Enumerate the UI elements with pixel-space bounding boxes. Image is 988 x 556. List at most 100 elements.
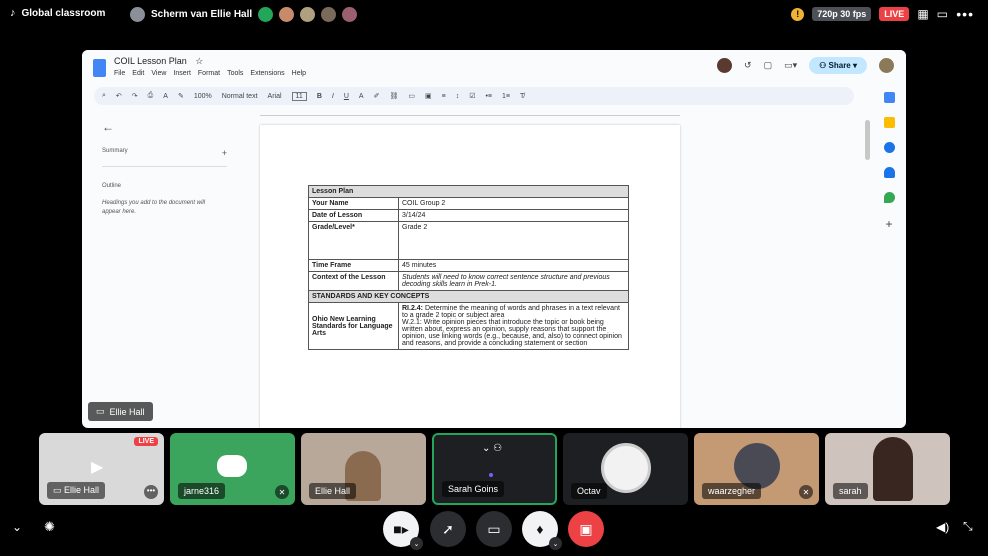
underline-icon[interactable]: U <box>344 93 349 100</box>
microphone-button[interactable]: ♦ ⌄ <box>522 511 562 550</box>
clear-format-icon[interactable]: T̸ <box>520 93 524 100</box>
disconnect-button[interactable]: ▣ <box>568 511 604 547</box>
participant-name: jarne316 <box>178 483 226 499</box>
menu-insert[interactable]: Insert <box>173 70 191 77</box>
redo-icon[interactable]: ↷ <box>132 92 138 100</box>
image-icon[interactable]: ▣ <box>425 92 432 100</box>
menu-format[interactable]: Format <box>198 70 220 77</box>
live-badge: LIVE <box>879 7 910 21</box>
participant-tile[interactable]: jarne316 ✕ <box>170 433 295 505</box>
people-icon: ⚇ <box>819 61 829 70</box>
menu-help[interactable]: Help <box>292 70 306 77</box>
participant-tile-stream[interactable]: LIVE ▶ ▭ Ellie Hall ••• <box>39 433 164 505</box>
menu-view[interactable]: View <box>151 70 166 77</box>
call-controls: ⌄ ✺ ■▸ ⌄ ➚ ▭ ♦ ⌄ ▣ ◀) ⤡ <box>0 510 988 556</box>
screen-share-icon: ▭ <box>96 406 105 416</box>
star-icon[interactable]: ☆ <box>195 56 203 66</box>
docs-menu-bar: File Edit View Insert Format Tools Exten… <box>114 70 306 77</box>
server-header[interactable]: ♪ Global classroom <box>10 7 105 19</box>
speaking-dot <box>489 473 493 477</box>
maps-icon[interactable] <box>883 192 895 203</box>
share-button[interactable]: ⚇ Share ▾ <box>809 57 867 74</box>
bold-icon[interactable]: B <box>317 93 322 100</box>
muted-mic-icon: ✕ <box>799 485 813 499</box>
paint-format-icon[interactable]: ✎ <box>178 92 184 100</box>
tile-live-badge: LIVE <box>134 437 158 446</box>
table-row: Your Name COIL Group 2 <box>308 197 629 210</box>
participant-tile-active[interactable]: ⌄ ⚇ Sarah Goins <box>432 433 557 505</box>
menu-extensions[interactable]: Extensions <box>250 70 284 77</box>
mic-options-icon[interactable]: ⌄ <box>549 537 562 550</box>
warning-icon[interactable]: ! <box>791 7 805 21</box>
numbered-list-icon[interactable]: 1≡ <box>502 93 510 100</box>
participant-avatar <box>300 7 316 22</box>
line-spacing-icon[interactable]: ↕ <box>456 93 460 100</box>
camera-options-icon[interactable]: ⌄ <box>410 537 423 550</box>
text-color-icon[interactable]: A <box>359 93 364 100</box>
expand-chevron-icon[interactable]: ⌄ ⚇ <box>482 443 502 454</box>
meet-icon[interactable]: ▭▾ <box>784 60 797 71</box>
popout-icon[interactable]: ▭ <box>937 7 948 21</box>
participant-name: waarzegher <box>702 483 762 499</box>
table-header: Lesson Plan <box>308 185 629 198</box>
scrollbar[interactable] <box>865 120 870 160</box>
zoom-select[interactable]: 100% <box>194 93 212 100</box>
spellcheck-icon[interactable]: A <box>163 93 168 100</box>
activities-icon[interactable]: ✺ <box>44 519 55 535</box>
link-icon[interactable]: ⛓ <box>389 92 398 100</box>
voice-channel-icon: ♪ <box>10 7 16 19</box>
font-size-input[interactable]: 11 <box>291 91 307 101</box>
participant-name: Sarah Goins <box>442 481 505 497</box>
keep-icon[interactable] <box>883 117 895 128</box>
highlight-icon[interactable]: ✐ <box>374 92 380 100</box>
activity-button[interactable]: ➚ <box>430 511 466 547</box>
comments-icon[interactable]: ▢ <box>764 60 773 71</box>
font-select[interactable]: Arial <box>268 93 282 100</box>
outline-label: Outline <box>102 183 122 189</box>
grid-view-icon[interactable]: ▦ <box>917 7 928 21</box>
menu-tools[interactable]: Tools <box>227 70 243 77</box>
tasks-icon[interactable] <box>883 142 895 153</box>
add-addon-icon[interactable]: + <box>885 217 892 231</box>
participant-video <box>873 437 913 501</box>
comment-icon[interactable]: ▭ <box>408 92 415 100</box>
contacts-icon[interactable] <box>883 167 895 178</box>
channel-header[interactable]: Scherm van Ellie Hall <box>130 7 358 22</box>
back-arrow-icon[interactable]: ← <box>102 120 232 134</box>
participant-tile[interactable]: waarzegher ✕ <box>694 433 819 505</box>
print-icon[interactable]: ⎙ <box>148 92 154 100</box>
participant-tile[interactable]: Ellie Hall <box>301 433 426 505</box>
collapse-chevron-icon[interactable]: ⌄ <box>12 520 22 534</box>
video-camera-icon: ■▸ <box>393 520 409 537</box>
checklist-icon[interactable]: ☑ <box>469 92 475 100</box>
ruler[interactable] <box>260 108 680 116</box>
menu-edit[interactable]: Edit <box>132 70 144 77</box>
screen-share-stream[interactable]: COIL Lesson Plan ☆ File Edit View Insert… <box>82 50 906 428</box>
docs-logo-icon[interactable] <box>93 59 106 77</box>
volume-icon[interactable]: ◀) <box>936 520 949 534</box>
history-icon[interactable]: ↺ <box>744 60 752 71</box>
stream-status: ! 720p 30 fps LIVE ▦ ▭ <box>791 7 948 21</box>
add-summary-icon[interactable]: + <box>222 148 227 158</box>
undo-icon[interactable]: ↶ <box>116 92 122 100</box>
align-icon[interactable]: ≡ <box>442 93 446 100</box>
more-options-icon[interactable]: ••• <box>956 6 974 22</box>
document-title[interactable]: COIL Lesson Plan ☆ <box>114 56 203 67</box>
bullet-list-icon[interactable]: •≡ <box>485 93 492 100</box>
italic-icon[interactable]: I <box>332 93 334 100</box>
participant-tile[interactable]: Octav <box>563 433 688 505</box>
calendar-icon[interactable] <box>883 92 895 103</box>
style-select[interactable]: Normal text <box>222 93 258 100</box>
outline-hint: Headings you add to the document will ap… <box>102 200 206 215</box>
exit-fullscreen-icon[interactable]: ⤡ <box>963 519 973 534</box>
table-row: Ohio New Learning Standards for Language… <box>308 302 629 350</box>
account-avatar[interactable] <box>879 58 894 73</box>
document-page[interactable]: Lesson Plan Your Name COIL Group 2 Date … <box>260 125 680 428</box>
menu-file[interactable]: File <box>114 70 125 77</box>
camera-button[interactable]: ■▸ ⌄ <box>383 511 423 550</box>
participant-tile[interactable]: sarah <box>825 433 950 505</box>
search-menus-icon[interactable]: ⌕ <box>102 92 106 100</box>
share-screen-button[interactable]: ▭ <box>476 511 512 547</box>
collaborator-avatar[interactable] <box>717 58 733 73</box>
tile-options-icon[interactable]: ••• <box>144 485 158 499</box>
